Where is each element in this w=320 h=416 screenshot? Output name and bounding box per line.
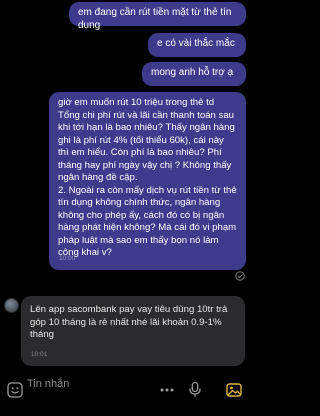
- message-bubble-incoming[interactable]: Lên app sacombank pay vay tiêu dùng 10tr…: [21, 296, 245, 366]
- message-bubble-outgoing[interactable]: e có vài thắc mắc: [148, 33, 246, 57]
- message-text: mong anh hỗ trợ ạ: [151, 67, 234, 78]
- message-text: giờ em muốn rút 10 triệu trong thẻ td Tổ…: [58, 97, 237, 258]
- message-bubble-outgoing[interactable]: mong anh hỗ trợ ạ: [142, 62, 246, 86]
- message-text: em đang cần rút tiền mặt từ thẻ tín dụng: [78, 7, 232, 31]
- message-text: e có vài thắc mắc: [157, 38, 235, 49]
- chat-screen: em đang cần rút tiền mặt từ thẻ tín dụng…: [0, 0, 250, 416]
- microphone-icon[interactable]: [186, 380, 204, 398]
- message-text: Lên app sacombank pay vay tiêu dùng 10tr…: [30, 304, 228, 340]
- message-bubble-outgoing[interactable]: giờ em muốn rút 10 triệu trong thẻ td Tổ…: [49, 92, 246, 270]
- seen-check-icon: [235, 271, 245, 281]
- message-input[interactable]: Tin nhắn: [27, 373, 69, 395]
- message-bubble-outgoing[interactable]: em đang cần rút tiền mặt từ thẻ tín dụng: [69, 2, 246, 31]
- bottom-bar: [0, 392, 250, 416]
- message-time: 10:01: [31, 350, 48, 358]
- image-icon[interactable]: [225, 381, 243, 399]
- more-options-icon[interactable]: [158, 381, 176, 399]
- avatar[interactable]: [4, 298, 19, 313]
- message-time: 10:00: [59, 254, 76, 262]
- emoji-icon[interactable]: [6, 381, 24, 399]
